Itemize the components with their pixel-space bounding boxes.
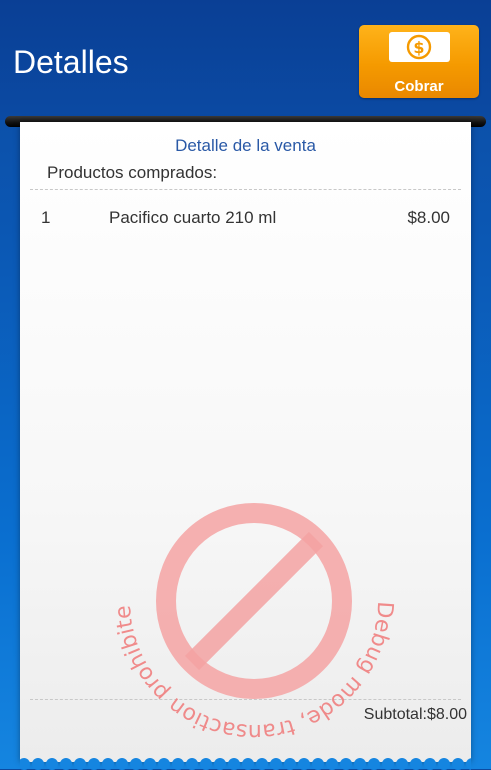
receipt-panel: Detalle de la venta Productos comprados:… [20, 122, 471, 770]
app-header: Detalles $ Cobrar [0, 0, 491, 120]
receipt-title: Detalle de la venta [175, 136, 316, 155]
item-quantity: 1 [41, 208, 51, 227]
dollar-note-icon: $ [389, 32, 450, 62]
products-label: Productos comprados: [47, 163, 218, 182]
cobrar-button-label: Cobrar [394, 78, 444, 95]
divider [30, 189, 461, 190]
debug-watermark: Debug mode, transaction prohibited! Debu… [92, 431, 405, 757]
svg-text:$: $ [413, 38, 424, 57]
item-price: $8.00 [407, 208, 450, 227]
page-title: Detalles [13, 44, 129, 80]
item-name: Pacifico cuarto 210 ml [109, 208, 277, 227]
prohibited-icon [156, 503, 352, 699]
cobrar-button[interactable]: $ Cobrar [359, 25, 479, 98]
receipt-torn-edge [20, 758, 471, 770]
